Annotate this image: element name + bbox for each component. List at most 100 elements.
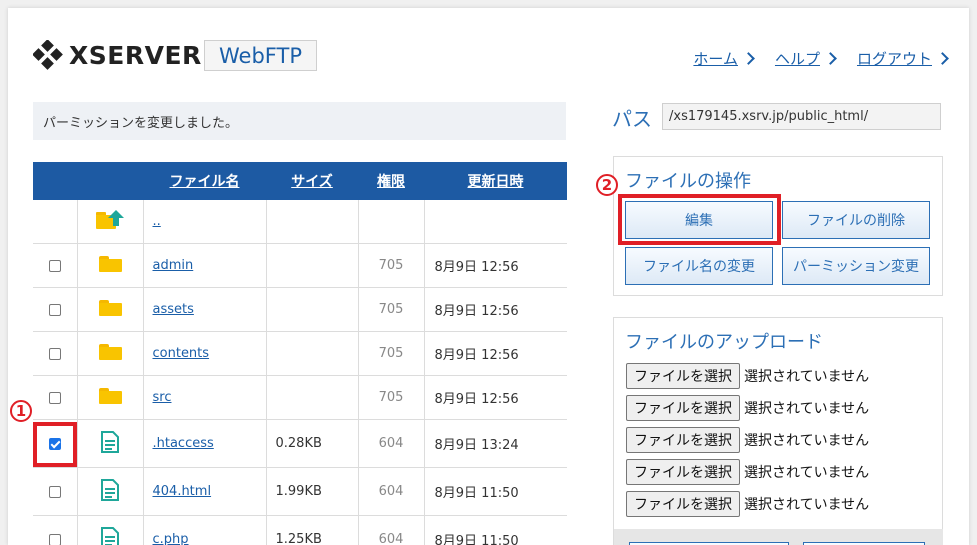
nav-home-link[interactable]: ホーム [693,48,755,69]
path-label: パス [612,107,652,131]
xserver-logo-icon [33,40,63,70]
table-row: contents 705 8月9日 12:56 [33,331,567,376]
sort-date-header[interactable]: 更新日時 [424,162,567,200]
file-date: 8月9日 12:56 [424,331,567,376]
file-size [266,375,359,420]
file-name-link[interactable]: admin [144,258,194,273]
highlight-box-checkbox [33,422,77,467]
row-checkbox[interactable] [48,533,61,545]
upload-footer [614,529,943,545]
nav-help-link[interactable]: ヘルプ [774,48,837,69]
table-row: admin 705 8月9日 12:56 [33,243,567,288]
choose-file-button[interactable]: ファイルを選択 [626,395,740,421]
step-marker-2: 2 [596,174,618,196]
webftp-badge: WebFTP [204,40,317,71]
row-checkbox[interactable] [48,347,61,360]
sort-name-header[interactable]: ファイル名 [143,162,266,200]
file-operations-title: ファイルの操作 [625,171,751,192]
sort-size-header[interactable]: サイズ [266,162,358,200]
table-header-row: ファイル名 サイズ 権限 更新日時 [33,162,567,200]
row-checkbox[interactable] [48,303,61,316]
file-permission: 705 [358,331,425,376]
parent-dir-link[interactable]: .. [144,214,161,229]
upload-row: ファイルを選択 選択されていません [626,459,869,485]
file-size [266,243,359,288]
file-permission: 604 [358,467,425,516]
file-name-link[interactable]: .htaccess [144,436,214,451]
file-size [266,331,359,376]
parent-folder-up-icon[interactable] [95,208,125,232]
logo-text: XSERVER [69,40,202,70]
highlight-box-edit [618,194,781,245]
file-size: 0.28KB [266,419,359,468]
file-date: 8月9日 13:24 [424,419,567,468]
file-date: 8月9日 12:56 [424,375,567,420]
choose-file-button[interactable]: ファイルを選択 [626,363,740,389]
folder-icon [98,387,122,404]
file-date: 8月9日 12:56 [424,243,567,288]
file-permission: 705 [358,243,425,288]
folder-icon [98,343,122,360]
file-date: 8月9日 11:50 [424,515,567,545]
upload-row: ファイルを選択 選択されていません [626,427,869,453]
chevron-right-icon [936,52,949,65]
file-table: ファイル名 サイズ 権限 更新日時 .. admin 705 8月9日 12:5… [33,162,567,545]
chevron-right-icon [742,52,755,65]
file-permission: 705 [358,287,425,332]
choose-file-button[interactable]: ファイルを選択 [626,459,740,485]
choose-file-button[interactable]: ファイルを選択 [626,427,740,453]
table-row: .htaccess 0.28KB 604 8月9日 13:24 [33,419,567,468]
table-row: 404.html 1.99KB 604 8月9日 11:50 [33,467,567,516]
parent-dir-row: .. [33,200,567,244]
file-icon [101,526,119,545]
header-icon-col [77,162,143,200]
file-name-link[interactable]: contents [144,346,210,361]
upload-row: ファイルを選択 選択されていません [626,395,869,421]
nav-home-label: ホーム [693,50,738,68]
xserver-logo[interactable]: XSERVER [33,40,202,70]
top-nav: ホーム ヘルプ ログアウト [693,48,949,69]
row-checkbox[interactable] [48,485,61,498]
file-permission: 705 [358,375,425,420]
no-file-label: 選択されていません [744,401,870,417]
row-checkbox[interactable] [48,259,61,272]
table-row: assets 705 8月9日 12:56 [33,287,567,332]
file-name-link[interactable]: assets [144,302,194,317]
nav-logout-link[interactable]: ログアウト [856,48,949,69]
nav-help-label: ヘルプ [774,50,820,68]
no-file-label: 選択されていません [744,497,870,513]
folder-icon [98,255,122,272]
file-icon [101,478,119,501]
file-icon [101,430,119,453]
change-permission-button[interactable]: パーミッション変更 [782,247,930,285]
row-checkbox[interactable] [48,391,61,404]
no-file-label: 選択されていません [744,369,870,385]
file-permission: 604 [358,515,425,545]
rename-file-button[interactable]: ファイル名の変更 [625,247,773,285]
nav-logout-label: ログアウト [856,50,932,68]
file-name-link[interactable]: 404.html [144,484,212,499]
file-size [266,287,359,332]
no-file-label: 選択されていません [744,433,870,449]
file-date: 8月9日 11:50 [424,467,567,516]
file-name-link[interactable]: src [144,390,172,405]
upload-title: ファイルのアップロード [625,332,823,353]
file-permission: 604 [358,419,425,468]
chevron-right-icon [824,52,837,65]
header-checkbox-col [33,162,77,200]
status-message: パーミッションを変更しました。 [33,102,566,140]
file-size: 1.25KB [266,515,359,545]
no-file-label: 選択されていません [744,465,870,481]
table-row: src 705 8月9日 12:56 [33,375,567,420]
path-field[interactable]: /xs179145.xsrv.jp/public_html/ [662,103,941,130]
file-date: 8月9日 12:56 [424,287,567,332]
file-name-link[interactable]: c.php [144,532,189,545]
sort-permission-header[interactable]: 権限 [358,162,424,200]
choose-file-button[interactable]: ファイルを選択 [626,491,740,517]
upload-row: ファイルを選択 選択されていません [626,363,869,389]
step-marker-1: 1 [10,400,32,422]
upload-row: ファイルを選択 選択されていません [626,491,869,517]
file-size: 1.99KB [266,467,359,516]
delete-file-button[interactable]: ファイルの削除 [782,201,930,239]
folder-icon [98,299,122,316]
